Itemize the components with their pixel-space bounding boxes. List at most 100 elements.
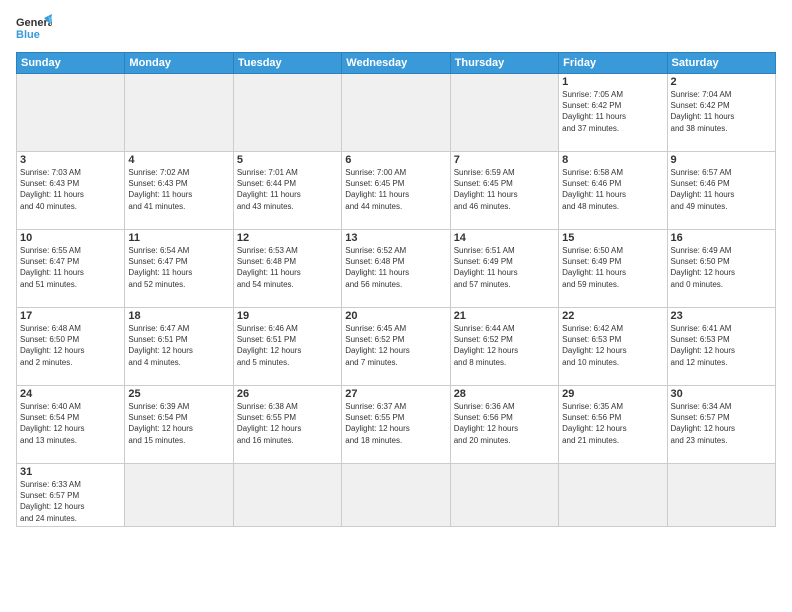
day-info: Sunrise: 6:42 AM Sunset: 6:53 PM Dayligh… xyxy=(562,323,663,368)
day-number: 21 xyxy=(454,310,555,322)
calendar-day-cell: 4Sunrise: 7:02 AM Sunset: 6:43 PM Daylig… xyxy=(125,152,233,230)
day-number: 16 xyxy=(671,232,772,244)
calendar-day-cell: 30Sunrise: 6:34 AM Sunset: 6:57 PM Dayli… xyxy=(667,386,775,464)
calendar-day-cell: 11Sunrise: 6:54 AM Sunset: 6:47 PM Dayli… xyxy=(125,230,233,308)
day-number: 11 xyxy=(128,232,229,244)
day-info: Sunrise: 6:59 AM Sunset: 6:45 PM Dayligh… xyxy=(454,167,555,212)
calendar-day-cell: 31Sunrise: 6:33 AM Sunset: 6:57 PM Dayli… xyxy=(17,464,125,527)
weekday-header-wednesday: Wednesday xyxy=(342,53,450,74)
calendar-day-cell: 7Sunrise: 6:59 AM Sunset: 6:45 PM Daylig… xyxy=(450,152,558,230)
calendar-day-cell: 8Sunrise: 6:58 AM Sunset: 6:46 PM Daylig… xyxy=(559,152,667,230)
day-info: Sunrise: 6:39 AM Sunset: 6:54 PM Dayligh… xyxy=(128,401,229,446)
calendar-week-row: 10Sunrise: 6:55 AM Sunset: 6:47 PM Dayli… xyxy=(17,230,776,308)
calendar-day-cell xyxy=(233,74,341,152)
calendar-day-cell xyxy=(450,74,558,152)
calendar-day-cell: 25Sunrise: 6:39 AM Sunset: 6:54 PM Dayli… xyxy=(125,386,233,464)
day-number: 31 xyxy=(20,466,121,478)
day-info: Sunrise: 7:00 AM Sunset: 6:45 PM Dayligh… xyxy=(345,167,446,212)
day-number: 20 xyxy=(345,310,446,322)
calendar-day-cell: 19Sunrise: 6:46 AM Sunset: 6:51 PM Dayli… xyxy=(233,308,341,386)
calendar-day-cell: 23Sunrise: 6:41 AM Sunset: 6:53 PM Dayli… xyxy=(667,308,775,386)
day-number: 18 xyxy=(128,310,229,322)
calendar-week-row: 17Sunrise: 6:48 AM Sunset: 6:50 PM Dayli… xyxy=(17,308,776,386)
calendar-header: SundayMondayTuesdayWednesdayThursdayFrid… xyxy=(17,53,776,74)
calendar-day-cell xyxy=(559,464,667,527)
header: General Blue xyxy=(0,0,792,52)
day-number: 17 xyxy=(20,310,121,322)
day-info: Sunrise: 6:38 AM Sunset: 6:55 PM Dayligh… xyxy=(237,401,338,446)
day-number: 9 xyxy=(671,154,772,166)
calendar-day-cell: 29Sunrise: 6:35 AM Sunset: 6:56 PM Dayli… xyxy=(559,386,667,464)
day-info: Sunrise: 6:47 AM Sunset: 6:51 PM Dayligh… xyxy=(128,323,229,368)
calendar-day-cell: 21Sunrise: 6:44 AM Sunset: 6:52 PM Dayli… xyxy=(450,308,558,386)
day-number: 7 xyxy=(454,154,555,166)
calendar-day-cell xyxy=(342,74,450,152)
calendar-day-cell xyxy=(125,464,233,527)
day-info: Sunrise: 6:49 AM Sunset: 6:50 PM Dayligh… xyxy=(671,245,772,290)
day-info: Sunrise: 6:52 AM Sunset: 6:48 PM Dayligh… xyxy=(345,245,446,290)
day-info: Sunrise: 6:46 AM Sunset: 6:51 PM Dayligh… xyxy=(237,323,338,368)
calendar-day-cell xyxy=(342,464,450,527)
day-info: Sunrise: 7:04 AM Sunset: 6:42 PM Dayligh… xyxy=(671,89,772,134)
calendar-day-cell: 17Sunrise: 6:48 AM Sunset: 6:50 PM Dayli… xyxy=(17,308,125,386)
day-number: 26 xyxy=(237,388,338,400)
calendar-day-cell: 12Sunrise: 6:53 AM Sunset: 6:48 PM Dayli… xyxy=(233,230,341,308)
calendar-day-cell xyxy=(17,74,125,152)
calendar-day-cell: 3Sunrise: 7:03 AM Sunset: 6:43 PM Daylig… xyxy=(17,152,125,230)
day-info: Sunrise: 7:03 AM Sunset: 6:43 PM Dayligh… xyxy=(20,167,121,212)
calendar-day-cell xyxy=(125,74,233,152)
day-number: 4 xyxy=(128,154,229,166)
day-info: Sunrise: 6:58 AM Sunset: 6:46 PM Dayligh… xyxy=(562,167,663,212)
weekday-header-friday: Friday xyxy=(559,53,667,74)
calendar-day-cell: 27Sunrise: 6:37 AM Sunset: 6:55 PM Dayli… xyxy=(342,386,450,464)
day-number: 25 xyxy=(128,388,229,400)
general-blue-logo-icon: General Blue xyxy=(16,10,52,46)
calendar-day-cell xyxy=(667,464,775,527)
calendar-day-cell: 18Sunrise: 6:47 AM Sunset: 6:51 PM Dayli… xyxy=(125,308,233,386)
calendar-day-cell: 2Sunrise: 7:04 AM Sunset: 6:42 PM Daylig… xyxy=(667,74,775,152)
day-number: 24 xyxy=(20,388,121,400)
day-number: 3 xyxy=(20,154,121,166)
day-info: Sunrise: 6:48 AM Sunset: 6:50 PM Dayligh… xyxy=(20,323,121,368)
calendar-week-row: 31Sunrise: 6:33 AM Sunset: 6:57 PM Dayli… xyxy=(17,464,776,527)
weekday-header-saturday: Saturday xyxy=(667,53,775,74)
day-number: 15 xyxy=(562,232,663,244)
day-info: Sunrise: 6:44 AM Sunset: 6:52 PM Dayligh… xyxy=(454,323,555,368)
day-info: Sunrise: 7:05 AM Sunset: 6:42 PM Dayligh… xyxy=(562,89,663,134)
day-info: Sunrise: 6:50 AM Sunset: 6:49 PM Dayligh… xyxy=(562,245,663,290)
calendar-week-row: 1Sunrise: 7:05 AM Sunset: 6:42 PM Daylig… xyxy=(17,74,776,152)
day-info: Sunrise: 6:55 AM Sunset: 6:47 PM Dayligh… xyxy=(20,245,121,290)
calendar-day-cell: 24Sunrise: 6:40 AM Sunset: 6:54 PM Dayli… xyxy=(17,386,125,464)
weekday-header-tuesday: Tuesday xyxy=(233,53,341,74)
calendar-body: 1Sunrise: 7:05 AM Sunset: 6:42 PM Daylig… xyxy=(17,74,776,527)
svg-text:Blue: Blue xyxy=(16,29,40,41)
day-number: 2 xyxy=(671,76,772,88)
calendar-day-cell: 28Sunrise: 6:36 AM Sunset: 6:56 PM Dayli… xyxy=(450,386,558,464)
day-number: 22 xyxy=(562,310,663,322)
day-number: 29 xyxy=(562,388,663,400)
day-info: Sunrise: 7:01 AM Sunset: 6:44 PM Dayligh… xyxy=(237,167,338,212)
calendar-day-cell: 15Sunrise: 6:50 AM Sunset: 6:49 PM Dayli… xyxy=(559,230,667,308)
calendar-day-cell: 22Sunrise: 6:42 AM Sunset: 6:53 PM Dayli… xyxy=(559,308,667,386)
day-info: Sunrise: 6:51 AM Sunset: 6:49 PM Dayligh… xyxy=(454,245,555,290)
day-info: Sunrise: 6:53 AM Sunset: 6:48 PM Dayligh… xyxy=(237,245,338,290)
day-number: 14 xyxy=(454,232,555,244)
calendar-day-cell: 6Sunrise: 7:00 AM Sunset: 6:45 PM Daylig… xyxy=(342,152,450,230)
day-number: 27 xyxy=(345,388,446,400)
day-info: Sunrise: 6:45 AM Sunset: 6:52 PM Dayligh… xyxy=(345,323,446,368)
day-info: Sunrise: 6:41 AM Sunset: 6:53 PM Dayligh… xyxy=(671,323,772,368)
calendar-day-cell: 20Sunrise: 6:45 AM Sunset: 6:52 PM Dayli… xyxy=(342,308,450,386)
calendar-day-cell xyxy=(450,464,558,527)
day-info: Sunrise: 6:54 AM Sunset: 6:47 PM Dayligh… xyxy=(128,245,229,290)
day-info: Sunrise: 6:57 AM Sunset: 6:46 PM Dayligh… xyxy=(671,167,772,212)
weekday-header-thursday: Thursday xyxy=(450,53,558,74)
calendar-wrap: SundayMondayTuesdayWednesdayThursdayFrid… xyxy=(0,52,792,612)
calendar-day-cell: 13Sunrise: 6:52 AM Sunset: 6:48 PM Dayli… xyxy=(342,230,450,308)
day-number: 28 xyxy=(454,388,555,400)
calendar-day-cell: 26Sunrise: 6:38 AM Sunset: 6:55 PM Dayli… xyxy=(233,386,341,464)
day-number: 6 xyxy=(345,154,446,166)
day-info: Sunrise: 6:35 AM Sunset: 6:56 PM Dayligh… xyxy=(562,401,663,446)
page: General Blue SundayMondayTuesdayWednesda… xyxy=(0,0,792,612)
calendar-day-cell: 1Sunrise: 7:05 AM Sunset: 6:42 PM Daylig… xyxy=(559,74,667,152)
day-info: Sunrise: 6:36 AM Sunset: 6:56 PM Dayligh… xyxy=(454,401,555,446)
